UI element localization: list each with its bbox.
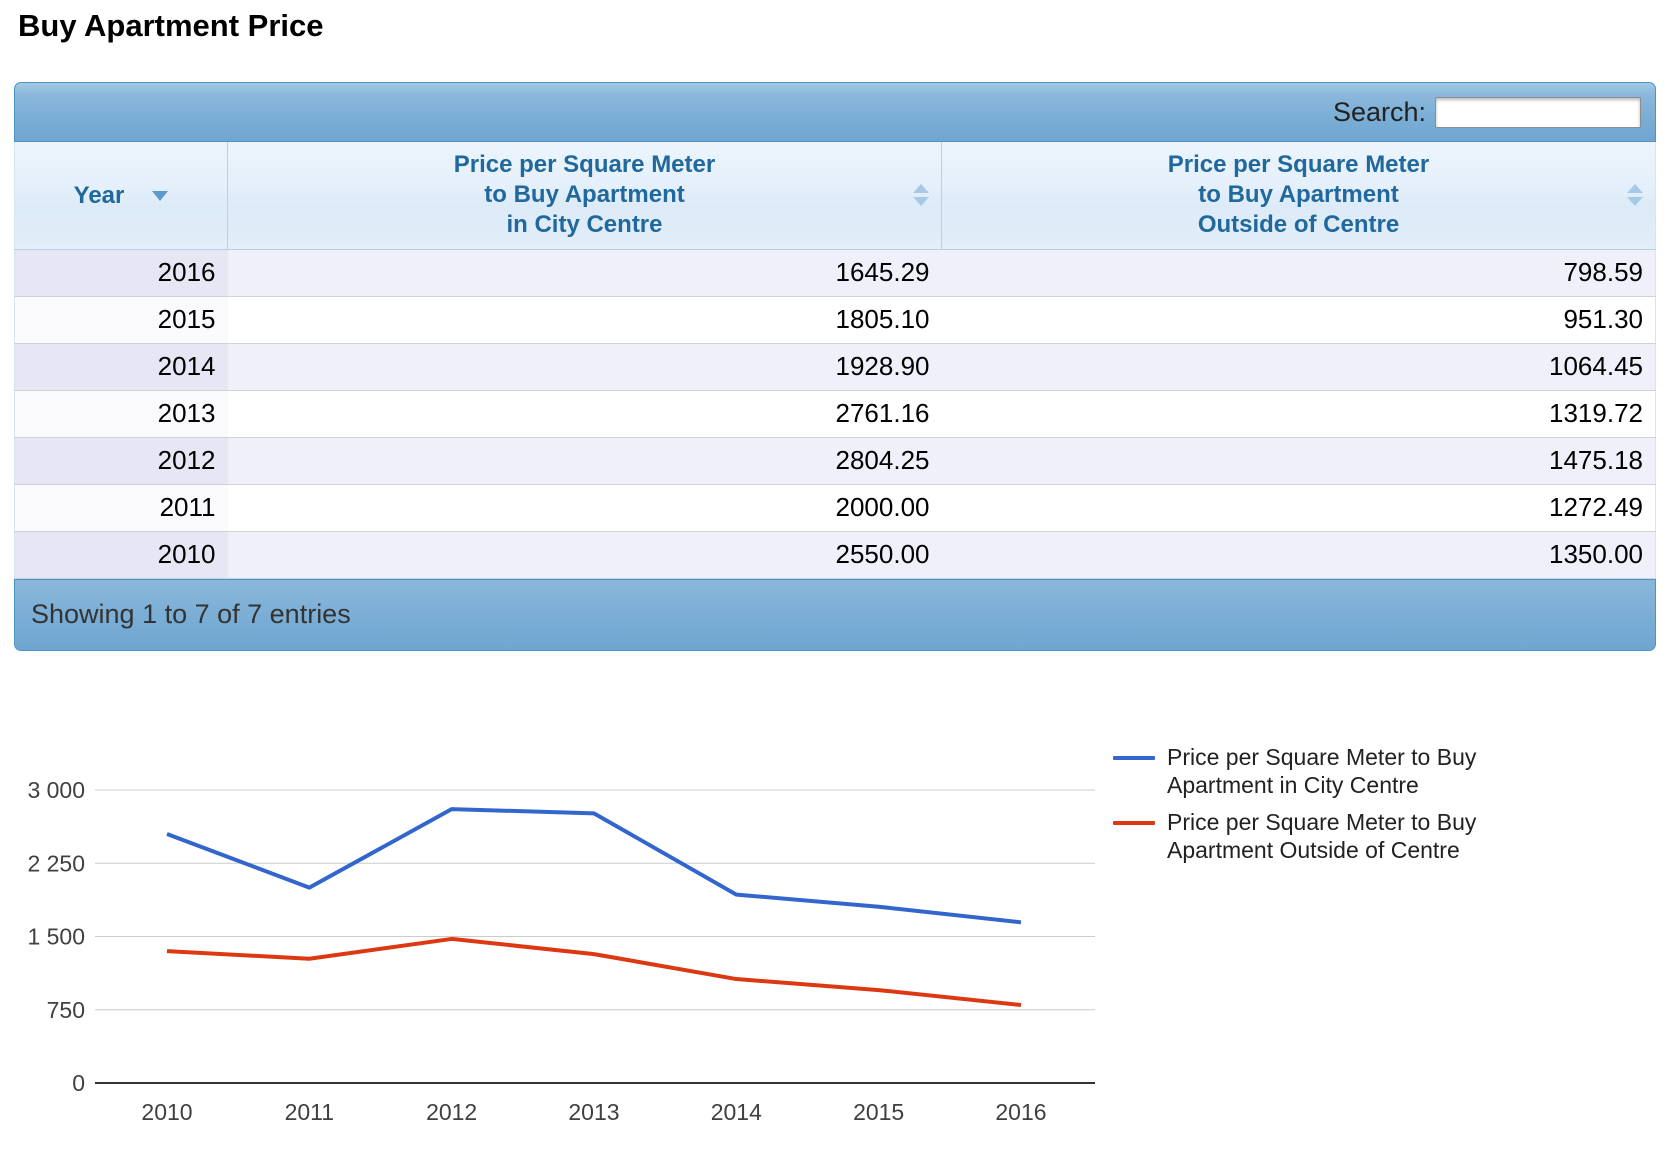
table-info: Showing 1 to 7 of 7 entries	[31, 599, 351, 629]
table-body: 2016 1645.29 798.59 2015 1805.10 951.30 2014 19…	[14, 249, 1656, 579]
legend-label: Price per Square Meter to Buy Apartment …	[1167, 743, 1477, 798]
y-tick-label: 1 500	[27, 923, 85, 949]
table-toolbar: Search:	[14, 82, 1656, 142]
cell-price: 2000.00	[227, 484, 942, 532]
y-tick-label: 3 000	[27, 777, 85, 803]
cell-price: 951.30	[941, 296, 1656, 344]
cell-price: 798.59	[941, 249, 1656, 297]
cell-year: 2013	[14, 390, 228, 438]
cell-price: 2761.16	[227, 390, 942, 438]
cell-year: 2015	[14, 296, 228, 344]
x-tick-label: 2012	[426, 1099, 477, 1125]
cell-year: 2010	[14, 531, 228, 579]
sort-both-icon	[1627, 184, 1643, 207]
cell-price: 1805.10	[227, 296, 942, 344]
y-tick-label: 2 250	[27, 850, 85, 876]
chart: 0 750 1 500 2 250 3 000 2010 2011 2012 2013 2014 2…	[0, 715, 1670, 1145]
x-tick-label: 2016	[995, 1099, 1046, 1125]
cell-year: 2014	[14, 343, 228, 391]
legend-label: Price per Square Meter to Buy Apartment …	[1167, 808, 1477, 863]
table-row: 2015 1805.10 951.30	[14, 296, 1656, 344]
series-line	[166, 936, 1022, 1007]
column-header-price-city-centre[interactable]: Price per Square Meter to Buy Apartment …	[227, 142, 942, 250]
cell-price: 1475.18	[941, 437, 1656, 485]
data-table: Year Price per Square Meter to Buy Apart…	[14, 142, 1656, 579]
table-row: 2014 1928.90 1064.45	[14, 343, 1656, 391]
cell-price: 1645.29	[227, 249, 942, 297]
legend-line-icon	[1113, 755, 1155, 760]
table-row: 2013 2761.16 1319.72	[14, 390, 1656, 438]
table-footer: Showing 1 to 7 of 7 entries	[14, 578, 1656, 651]
cell-price: 1350.00	[941, 531, 1656, 579]
legend-item: Price per Square Meter to Buy Apartment …	[1113, 808, 1533, 864]
x-tick-label: 2010	[141, 1099, 192, 1125]
series-line	[166, 806, 1022, 924]
column-header-outside-centre-label: Price per Square Meter to Buy Apartment …	[1167, 151, 1430, 239]
table-row: 2011 2000.00 1272.49	[14, 484, 1656, 532]
cell-price: 1928.90	[227, 343, 942, 391]
cell-price: 1272.49	[941, 484, 1656, 532]
page-title: Buy Apartment Price	[18, 8, 324, 43]
sort-both-icon	[913, 184, 929, 207]
search-input[interactable]	[1435, 96, 1641, 128]
cell-price: 1064.45	[941, 343, 1656, 391]
x-tick-label: 2014	[711, 1099, 762, 1125]
table-row: 2012 2804.25 1475.18	[14, 437, 1656, 485]
search-label: Search:	[1332, 96, 1426, 127]
sort-descending-icon	[152, 190, 169, 201]
data-table-widget: Search: Year Price per Square Meter to B…	[14, 82, 1656, 651]
column-header-price-outside-centre[interactable]: Price per Square Meter to Buy Apartment …	[941, 142, 1656, 250]
cell-year: 2011	[14, 484, 228, 532]
table-row: 2010 2550.00 1350.00	[14, 531, 1656, 579]
column-header-year-label: Year	[73, 181, 125, 209]
legend-line-icon	[1113, 820, 1155, 825]
x-tick-label: 2011	[285, 1099, 334, 1125]
y-tick-label: 750	[47, 996, 85, 1022]
y-tick-label: 0	[72, 1070, 85, 1096]
x-tick-label: 2013	[568, 1099, 619, 1125]
column-header-city-centre-label: Price per Square Meter to Buy Apartment …	[453, 151, 716, 239]
cell-year: 2012	[14, 437, 228, 485]
cell-year: 2016	[14, 249, 228, 297]
x-tick-label: 2015	[853, 1099, 904, 1125]
cell-price: 2550.00	[227, 531, 942, 579]
chart-legend: Price per Square Meter to Buy Apartment …	[1113, 743, 1533, 873]
cell-price: 1319.72	[941, 390, 1656, 438]
legend-item: Price per Square Meter to Buy Apartment …	[1113, 743, 1533, 799]
cell-price: 2804.25	[227, 437, 942, 485]
table-row: 2016 1645.29 798.59	[14, 249, 1656, 297]
column-header-year[interactable]: Year	[14, 142, 228, 250]
header-row: Year Price per Square Meter to Buy Apart…	[14, 142, 1656, 250]
